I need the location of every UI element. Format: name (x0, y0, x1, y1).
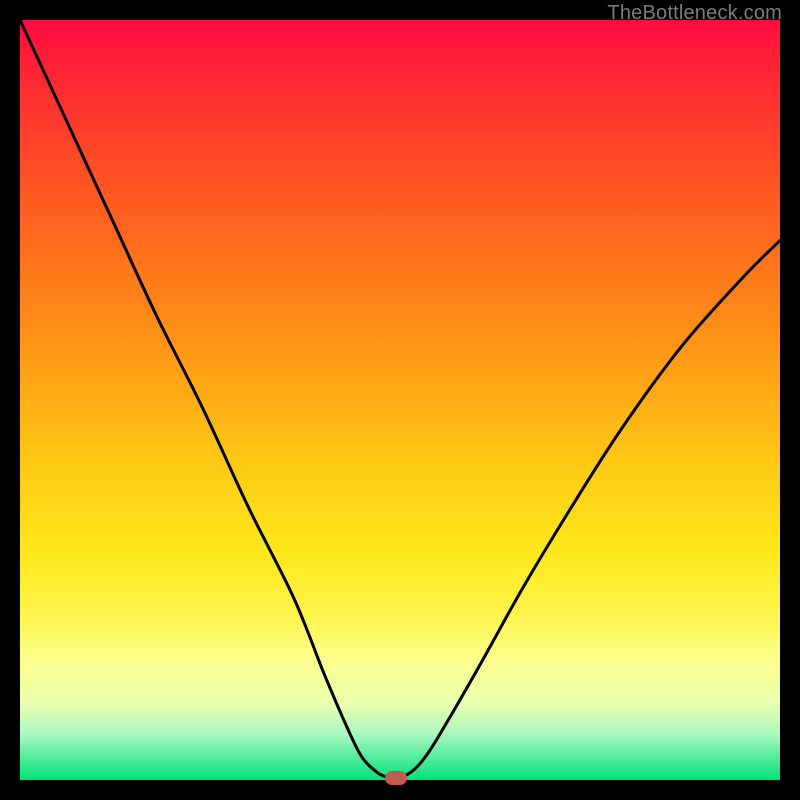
curve-svg (20, 20, 780, 780)
chart-container: TheBottleneck.com (0, 0, 800, 800)
plot-area (20, 20, 780, 780)
bottleneck-curve (20, 20, 780, 779)
optimal-marker (385, 771, 407, 785)
